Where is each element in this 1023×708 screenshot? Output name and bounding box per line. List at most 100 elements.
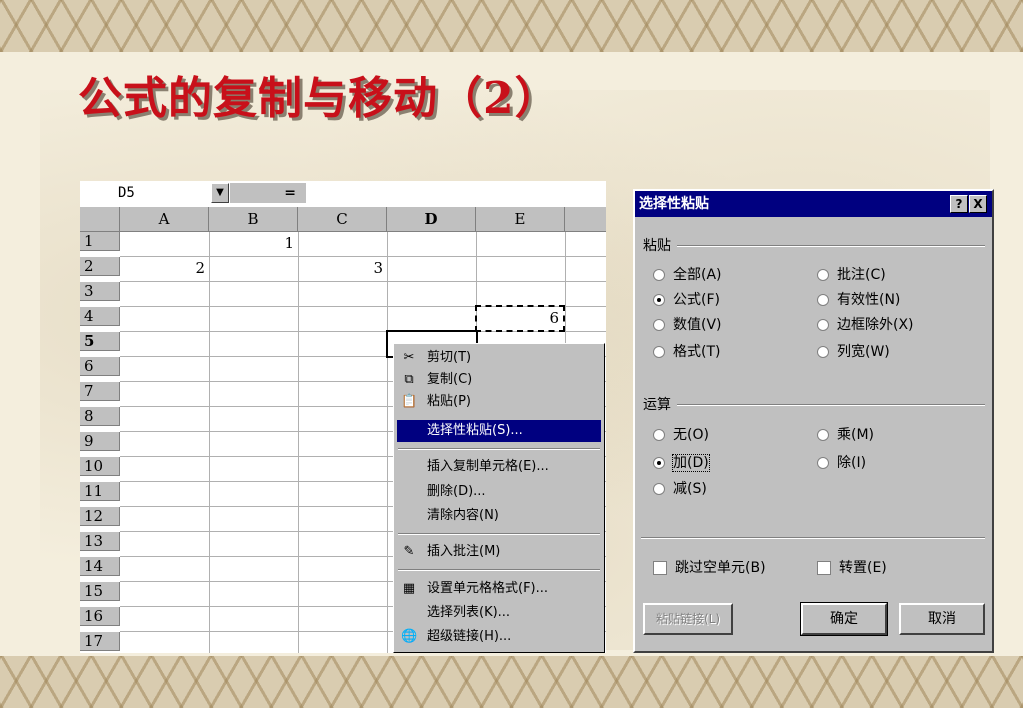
column-header-a[interactable]: A [120, 207, 209, 232]
radio-operation-none[interactable]: 无(O) [653, 425, 709, 445]
row-header-7[interactable]: 7 [80, 382, 120, 401]
grid-line [298, 232, 299, 653]
copy-icon: ⧉ [404, 372, 414, 387]
radio-label: 批注(C) [837, 267, 886, 283]
radio-button-icon [653, 457, 665, 469]
menu-item-label: 剪切(T) [427, 350, 472, 365]
hyperlink-icon: 🌐 [401, 629, 418, 644]
help-button[interactable]: ? [950, 195, 968, 213]
ok-button[interactable]: 确定 [800, 602, 888, 636]
cell-a2[interactable]: 2 [120, 259, 209, 278]
column-header-d[interactable]: D [387, 207, 476, 232]
menu-item-copy[interactable]: ⧉ 复制(C) [397, 369, 601, 391]
cell-c2[interactable]: 3 [298, 259, 387, 278]
transpose-checkbox[interactable]: 转置(E) [817, 558, 887, 578]
radio-label: 边框除外(X) [837, 317, 914, 333]
operation-group-label: 运算 [643, 397, 671, 413]
radio-paste-all-except-borders[interactable]: 边框除外(X) [817, 315, 914, 335]
radio-label: 全部(A) [673, 267, 722, 283]
radio-operation-divide[interactable]: 除(I) [817, 453, 866, 473]
menu-item-label: 选择性粘贴(S)... [427, 423, 523, 438]
radio-paste-column-widths[interactable]: 列宽(W) [817, 342, 890, 362]
radio-label: 无(O) [673, 427, 709, 443]
row-header-14[interactable]: 14 [80, 557, 120, 576]
radio-paste-validation[interactable]: 有效性(N) [817, 290, 900, 310]
decorative-top-border [0, 0, 1023, 52]
radio-button-icon [653, 269, 665, 281]
name-box-dropdown-icon[interactable]: ▼ [211, 183, 229, 203]
checkbox-icon [653, 561, 667, 575]
menu-item-hyperlink[interactable]: 🌐 超级链接(H)... [397, 626, 601, 648]
row-header-8[interactable]: 8 [80, 407, 120, 426]
row-header-11[interactable]: 11 [80, 482, 120, 501]
row-header-10[interactable]: 10 [80, 457, 120, 476]
column-header-b[interactable]: B [209, 207, 298, 232]
select-all-corner[interactable] [80, 207, 120, 232]
row-header-1[interactable]: 1 [80, 232, 120, 251]
row-header-2[interactable]: 2 [80, 257, 120, 276]
grid-line [120, 256, 606, 257]
row-header-12[interactable]: 12 [80, 507, 120, 526]
close-button[interactable]: X [969, 195, 987, 213]
name-box[interactable]: D5 [80, 182, 210, 204]
formula-input[interactable] [306, 182, 606, 204]
menu-item-delete[interactable]: 删除(D)... [397, 481, 601, 503]
scissors-icon: ✂ [403, 350, 415, 365]
group-divider [641, 537, 985, 539]
radio-button-icon [653, 429, 665, 441]
menu-item-label: 选择列表(K)... [427, 605, 511, 620]
row-header-6[interactable]: 6 [80, 357, 120, 376]
radio-paste-comments[interactable]: 批注(C) [817, 265, 886, 285]
row-header-5[interactable]: 5 [80, 332, 120, 351]
radio-label: 公式(F) [673, 292, 720, 308]
checkbox-icon [817, 561, 831, 575]
paste-link-button[interactable]: 粘贴链接(L) [643, 603, 733, 635]
paste-special-dialog: 选择性粘贴 ? X 粘贴 全部(A) 批注(C) 公式(F) 有效性(N) 数值… [633, 189, 994, 653]
formula-bar: D5 ▼ = [80, 181, 606, 208]
menu-item-paste[interactable]: 📋 粘贴(P) [397, 391, 601, 413]
menu-item-label: 粘贴(P) [427, 394, 471, 409]
menu-item-insert-copied-cells[interactable]: 插入复制单元格(E)... [397, 456, 601, 478]
radio-paste-formulas[interactable]: 公式(F) [653, 290, 720, 310]
slide-title: 公式的复制与移动（2） [78, 73, 560, 124]
radio-paste-all[interactable]: 全部(A) [653, 265, 722, 285]
column-header-e[interactable]: E [476, 207, 565, 232]
radio-label: 数值(V) [673, 317, 722, 333]
formula-equals-button[interactable]: = [230, 183, 306, 203]
row-header-3[interactable]: 3 [80, 282, 120, 301]
group-divider [677, 245, 985, 247]
row-header-13[interactable]: 13 [80, 532, 120, 551]
column-header-f[interactable] [565, 207, 606, 232]
menu-item-paste-special[interactable]: 选择性粘贴(S)... [397, 420, 601, 442]
menu-item-pick-list[interactable]: 选择列表(K)... [397, 602, 601, 624]
row-header-17[interactable]: 17 [80, 632, 120, 651]
column-header-c[interactable]: C [298, 207, 387, 232]
dialog-title-bar: 选择性粘贴 ? X [635, 191, 992, 217]
skip-blanks-checkbox[interactable]: 跳过空单元(B) [653, 558, 766, 578]
checkbox-label: 跳过空单元(B) [675, 560, 766, 576]
radio-paste-values[interactable]: 数值(V) [653, 315, 722, 335]
radio-button-icon [817, 294, 829, 306]
cell-b1[interactable]: 1 [209, 234, 298, 253]
menu-item-insert-comment[interactable]: ✎ 插入批注(M) [397, 541, 601, 563]
radio-operation-add[interactable]: 加(D) [653, 453, 710, 473]
row-header-15[interactable]: 15 [80, 582, 120, 601]
paste-icon: 📋 [401, 394, 418, 409]
dialog-title: 选择性粘贴 [639, 196, 709, 212]
grid-line [209, 232, 210, 653]
comment-icon: ✎ [403, 544, 415, 559]
row-header-9[interactable]: 9 [80, 432, 120, 451]
radio-paste-formats[interactable]: 格式(T) [653, 342, 720, 362]
menu-separator [398, 533, 600, 535]
menu-item-format-cells[interactable]: ▦ 设置单元格格式(F)... [397, 578, 601, 600]
radio-operation-subtract[interactable]: 减(S) [653, 479, 707, 499]
row-header-16[interactable]: 16 [80, 607, 120, 626]
radio-label: 有效性(N) [837, 292, 901, 308]
menu-item-cut[interactable]: ✂ 剪切(T) [397, 347, 601, 369]
menu-item-clear-contents[interactable]: 清除内容(N) [397, 505, 601, 527]
cancel-button[interactable]: 取消 [899, 603, 985, 635]
row-header-4[interactable]: 4 [80, 307, 120, 326]
menu-item-label: 删除(D)... [427, 484, 486, 499]
menu-item-label: 插入批注(M) [427, 544, 501, 559]
radio-operation-multiply[interactable]: 乘(M) [817, 425, 874, 445]
